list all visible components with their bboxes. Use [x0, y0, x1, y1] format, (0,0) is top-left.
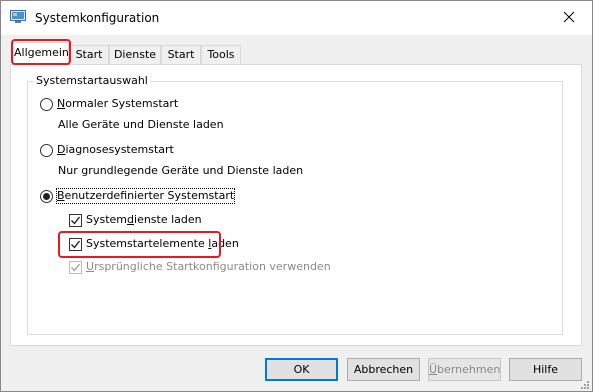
checkmark-icon [71, 216, 81, 225]
check-load-system-services[interactable]: Systemdienste laden [69, 213, 202, 227]
radio-custom-startup[interactable]: Benutzerdefinierter Systemstart [40, 188, 236, 204]
radio-button[interactable] [40, 143, 53, 157]
tab-label: Dienste [113, 48, 157, 61]
tab-systemstart[interactable]: Start [161, 45, 201, 65]
close-button[interactable] [546, 1, 592, 35]
button-label: Übernehmen [429, 363, 501, 376]
tab-strip: Allgemein Start Dienste Start Tools [1, 35, 592, 66]
button-label: OK [293, 363, 310, 376]
radio-normal-startup[interactable]: Normaler Systemstart [40, 97, 178, 111]
check-load-startup-items[interactable]: Systemstartelemente laden [69, 237, 239, 251]
ok-button[interactable]: OK [265, 358, 338, 381]
close-icon [563, 11, 575, 26]
option-description: Alle Geräte und Dienste laden [58, 118, 224, 131]
checkbox-label: Systemdienste laden [86, 213, 202, 226]
radio-button[interactable] [40, 189, 53, 203]
resize-grip-icon[interactable] [578, 378, 590, 390]
cancel-button[interactable]: Abbrechen [347, 358, 420, 381]
tab-label: Start [167, 48, 195, 61]
system-configuration-window: Systemkonfiguration Allgemein Start Dien… [0, 0, 593, 392]
radio-label: Diagnosesystemstart [57, 143, 174, 156]
tab-label: Start [75, 48, 103, 61]
tab-label: Tools [207, 48, 235, 61]
tab-allgemein[interactable]: Allgemein [13, 42, 69, 66]
checkbox[interactable] [69, 213, 82, 227]
tab-start[interactable]: Start [69, 45, 109, 65]
checkbox[interactable] [69, 237, 82, 251]
help-button[interactable]: Hilfe [509, 358, 582, 381]
checkbox[interactable] [69, 260, 82, 274]
radio-label: Benutzerdefinierter Systemstart [55, 188, 236, 204]
check-use-original-boot-config[interactable]: Ursprüngliche Startkonfiguration verwend… [69, 260, 331, 274]
group-legend: Systemstartauswahl [34, 74, 150, 88]
tab-label: Allgemein [14, 46, 69, 59]
general-tab-panel: Systemstartauswahl Normaler Systemstart … [10, 64, 582, 346]
radio-diagnostic-startup[interactable]: Diagnosesystemstart [40, 143, 174, 157]
checkmark-icon [71, 240, 81, 249]
option-description: Nur grundlegende Geräte und Dienste lade… [58, 164, 304, 177]
button-label: Abbrechen [353, 363, 414, 376]
window-title: Systemkonfiguration [35, 11, 160, 25]
title-bar: Systemkonfiguration [1, 1, 592, 35]
button-label: Hilfe [532, 363, 559, 376]
apply-button[interactable]: Übernehmen [428, 358, 501, 381]
tab-tools[interactable]: Tools [201, 45, 241, 65]
checkmark-icon [71, 263, 81, 272]
msconfig-icon [10, 10, 26, 24]
checkbox-label: Ursprüngliche Startkonfiguration verwend… [86, 260, 331, 273]
radio-button[interactable] [40, 97, 53, 111]
checkbox-label: Systemstartelemente laden [86, 237, 239, 250]
radio-label: Normaler Systemstart [57, 97, 179, 110]
tab-dienste[interactable]: Dienste [109, 45, 161, 65]
startup-selection-group: Systemstartauswahl Normaler Systemstart … [27, 74, 563, 335]
